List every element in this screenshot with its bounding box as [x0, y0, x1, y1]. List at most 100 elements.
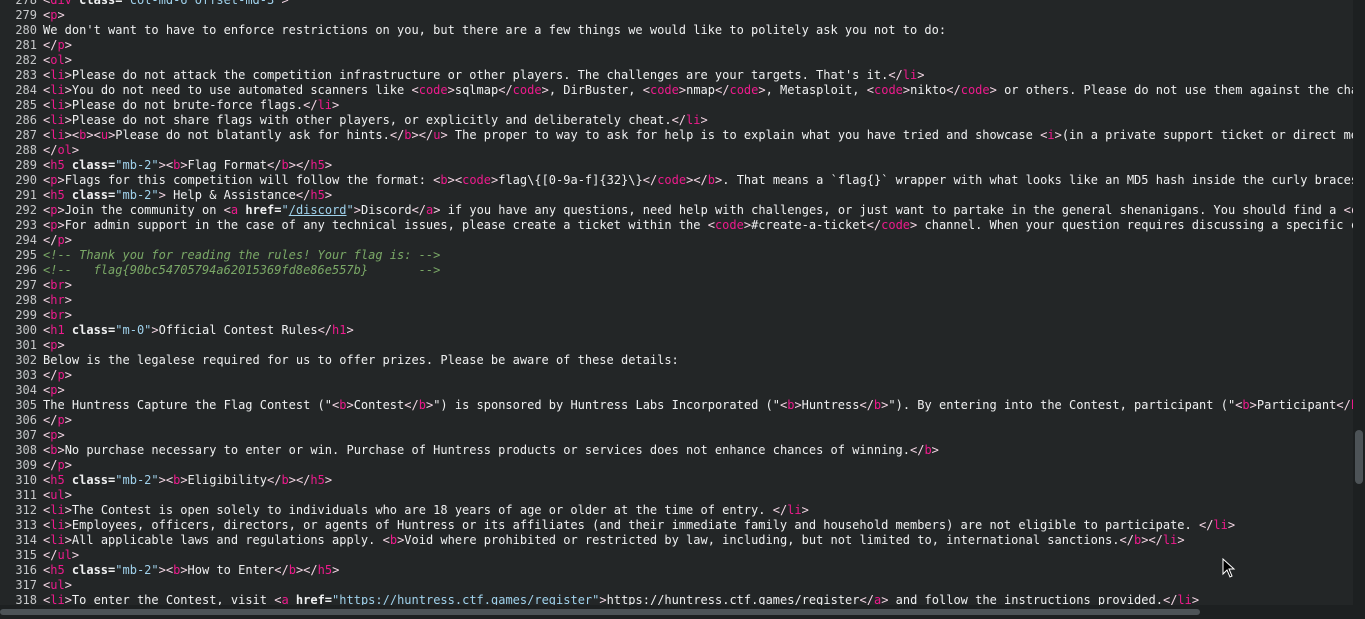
line-number: 296	[15, 263, 37, 277]
mouse-pointer-icon	[1222, 558, 1236, 578]
code-token: >	[64, 278, 72, 292]
code-line[interactable]: 281 </p>	[0, 38, 1353, 53]
code-token: p	[57, 233, 65, 247]
code-token: li	[1162, 533, 1178, 547]
code-token: >	[332, 98, 340, 112]
code-token: class=	[64, 323, 116, 337]
line-number: 305	[15, 398, 37, 412]
code-token: code	[462, 173, 491, 187]
code-token: <!-- Thank you for reading the rules! Yo…	[43, 248, 441, 262]
code-token: h1	[50, 323, 65, 337]
line-number: 308	[15, 443, 37, 457]
code-line[interactable]: 284 <li>You do not need to use automated …	[0, 83, 1353, 98]
code-line[interactable]: 316 <h5 class="mb-2"><b>How to Enter</b><…	[0, 563, 1353, 578]
code-token: code	[874, 83, 903, 97]
code-line[interactable]: 280 We don't want to have to enforce rest…	[0, 23, 1353, 38]
code-token: , Metasploit,	[765, 83, 867, 97]
code-line[interactable]: 289 <h5 class="mb-2"><b>Flag Format</b></…	[0, 158, 1353, 173]
vertical-scrollbar[interactable]	[1353, 0, 1365, 605]
code-token: sqlmap	[454, 83, 499, 97]
code-token: br	[50, 278, 65, 292]
code-line[interactable]: 317 <ul>	[0, 578, 1353, 593]
code-token: . That means a `flag{}` wrapper with wha…	[722, 173, 1353, 187]
code-line[interactable]: 279 <p>	[0, 8, 1353, 23]
code-line[interactable]: 302 Below is the legalese required for us…	[0, 353, 1353, 368]
code-line[interactable]: 305 The Huntress Capture the Flag Contest…	[0, 398, 1353, 413]
code-line[interactable]: 285 <li>Please do not brute-force flags.<…	[0, 98, 1353, 113]
code-token: code	[729, 83, 759, 97]
code-line[interactable]: 298 <hr>	[0, 293, 1353, 308]
line-number: 283	[15, 68, 37, 82]
code-token: Discord	[360, 203, 412, 217]
code-token: >	[281, 0, 289, 7]
code-line[interactable]: 283 <li>Please do not attack the competit…	[0, 68, 1353, 83]
code-token: >	[64, 98, 72, 112]
code-token: For admin support in the case of any tec…	[64, 218, 708, 232]
code-line[interactable]: 282 <ol>	[0, 53, 1353, 68]
code-token: >	[743, 218, 752, 232]
code-line[interactable]: 300 <h1 class="m-0">Official Contest Rule…	[0, 323, 1353, 338]
code-line[interactable]: 311 <ul>	[0, 488, 1353, 503]
code-token: li	[50, 503, 65, 517]
code-token: Contest	[353, 398, 405, 412]
code-line[interactable]: 303 </p>	[0, 368, 1353, 383]
code-line[interactable]: 286 <li>Please do not share flags with ot…	[0, 113, 1353, 128]
code-token: , DirBuster,	[548, 83, 643, 97]
code-line[interactable]: 312 <li>The Contest is open solely to ind…	[0, 503, 1353, 518]
code-line[interactable]: 295 <!-- Thank you for reading the rules!…	[0, 248, 1353, 263]
source-view[interactable]: 278 <div class="col-md-6 offset-md-3"> 279…	[0, 0, 1353, 619]
horizontal-scrollbar[interactable]	[0, 605, 1365, 619]
line-number: 285	[15, 98, 37, 112]
code-line[interactable]: 301 <p>	[0, 338, 1353, 353]
code-line[interactable]: 306 </p>	[0, 413, 1353, 428]
code-token: </	[295, 188, 311, 202]
code-line[interactable]: 313 <li>Employees, officers, directors, o…	[0, 518, 1353, 533]
line-number: 298	[15, 293, 37, 307]
code-token: ul	[50, 578, 65, 592]
code-token: <	[382, 533, 390, 547]
code-token: b	[288, 563, 296, 577]
line-number: 309	[15, 458, 37, 472]
code-token: channel. When your question requires dis…	[917, 218, 1353, 232]
code-line[interactable]: 297 <br>	[0, 278, 1353, 293]
vertical-scrollbar-thumb[interactable]	[1355, 430, 1363, 484]
code-token: u	[100, 128, 109, 142]
code-line[interactable]: 293 <p>For admin support in the case of a…	[0, 218, 1353, 233]
code-line[interactable]: 304 <p>	[0, 383, 1353, 398]
horizontal-scrollbar-thumb[interactable]	[0, 609, 1200, 615]
code-line[interactable]: 278 <div class="col-md-6 offset-md-3">	[0, 0, 1353, 8]
code-token: li	[50, 68, 65, 82]
code-token: </	[772, 503, 788, 517]
code-token: >	[57, 443, 65, 457]
line-number: 307	[15, 428, 37, 442]
code-line[interactable]: 308 <b>No purchase necessary to enter or …	[0, 443, 1353, 458]
code-line[interactable]: 294 </p>	[0, 233, 1353, 248]
line-number: 284	[15, 83, 37, 97]
line-number: 316	[15, 563, 37, 577]
code-line[interactable]: 292 <p>Join the community on <a href="/di…	[0, 203, 1353, 218]
code-line[interactable]: 290 <p>Flags for this competition will fo…	[0, 173, 1353, 188]
code-token: code	[512, 83, 542, 97]
code-line[interactable]: 299 <br>	[0, 308, 1353, 323]
code-line[interactable]: 288 </ol>	[0, 143, 1353, 158]
code-line[interactable]: 309 </p>	[0, 458, 1353, 473]
code-line[interactable]: 287 <li><b><u>Please do not blatantly ask…	[0, 128, 1353, 143]
code-token: ></	[1141, 533, 1163, 547]
code-token: h5	[50, 473, 65, 487]
line-number: 293	[15, 218, 37, 232]
code-line[interactable]: 291 <h5 class="mb-2"> Help & Assistance</…	[0, 188, 1353, 203]
code-token: >	[64, 503, 72, 517]
code-line[interactable]: 314 <li>All applicable laws and regulatio…	[0, 533, 1353, 548]
line-number: 281	[15, 38, 37, 52]
code-token: "mb-2"	[115, 158, 159, 172]
code-line[interactable]: 310 <h5 class="mb-2"><b>Eligibility</b></…	[0, 473, 1353, 488]
code-token: h1	[332, 323, 347, 337]
code-line[interactable]: 315 </ul>	[0, 548, 1353, 563]
code-token: b	[418, 398, 426, 412]
code-line[interactable]: 307 <p>	[0, 428, 1353, 443]
code-token: >	[346, 398, 354, 412]
code-line[interactable]: 296 <!-- flag{90bc54705794a62015369fd8e86…	[0, 263, 1353, 278]
line-number: 288	[15, 143, 37, 157]
code-token: ><	[447, 173, 463, 187]
code-token: p	[57, 368, 65, 382]
